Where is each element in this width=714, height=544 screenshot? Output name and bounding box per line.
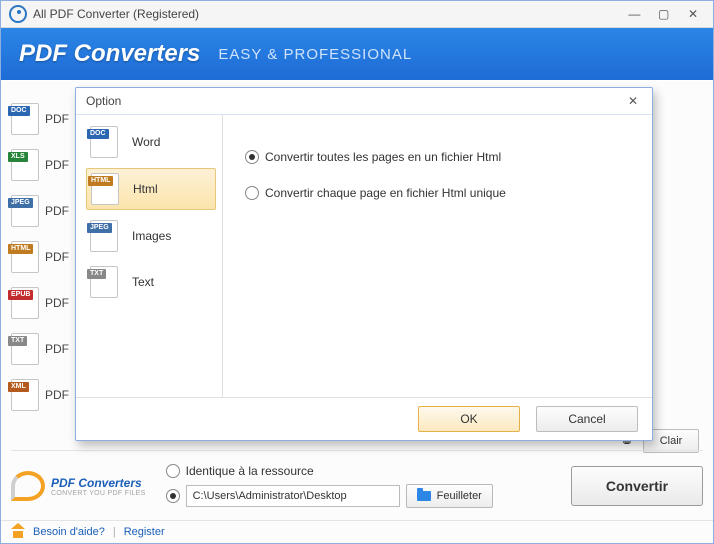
- help-link[interactable]: Besoin d'aide?: [33, 526, 105, 538]
- radio-custom-path[interactable]: [166, 489, 180, 503]
- close-button[interactable]: ✕: [681, 6, 705, 22]
- dialog-content: Convertir toutes les pages en un fichier…: [223, 114, 652, 398]
- doc-icon: DOC: [90, 126, 118, 158]
- txt-icon: TXT: [90, 266, 118, 298]
- footer-logo: PDF Converters CONVERT YOU PDF FILES: [11, 471, 146, 501]
- sidebar-item-label: PDF: [45, 388, 69, 402]
- dialog-footer: OK Cancel: [76, 397, 652, 440]
- sidebar-item-label: PDF: [45, 250, 69, 264]
- sidebar-item-xml[interactable]: XML PDF: [11, 375, 67, 415]
- home-icon[interactable]: [11, 526, 25, 538]
- register-link[interactable]: Register: [124, 526, 165, 538]
- browse-button[interactable]: Feuilleter: [406, 484, 493, 508]
- logo-icon: [11, 471, 45, 501]
- html-icon: HTML: [11, 241, 39, 273]
- option-tab-images[interactable]: JPEG Images: [86, 216, 216, 256]
- dialog-close-button[interactable]: ✕: [624, 94, 642, 108]
- output-path-row[interactable]: C:\Users\Administrator\Desktop Feuillete…: [166, 484, 493, 508]
- status-bar: Besoin d'aide? | Register: [1, 520, 713, 543]
- minimize-button[interactable]: —: [622, 6, 646, 22]
- jpeg-icon: JPEG: [11, 195, 39, 227]
- browse-label: Feuilleter: [437, 490, 482, 502]
- titlebar: All PDF Converter (Registered) — ▢ ✕: [1, 1, 713, 28]
- dialog-sidebar: DOC Word HTML Html JPEG Images TXT Text: [76, 114, 223, 398]
- jpeg-icon: JPEG: [90, 220, 118, 252]
- option-label: Word: [132, 135, 160, 149]
- epub-icon: EPUB: [11, 287, 39, 319]
- dialog-title: Option: [86, 94, 121, 108]
- sidebar-item-label: PDF: [45, 296, 69, 310]
- app-window: All PDF Converter (Registered) — ▢ ✕ PDF…: [0, 0, 714, 544]
- sidebar-item-xls[interactable]: XLS PDF: [11, 145, 67, 185]
- sidebar-item-doc[interactable]: DOC PDF: [11, 99, 67, 139]
- window-title: All PDF Converter (Registered): [33, 7, 620, 21]
- output-panel: PDF Converters CONVERT YOU PDF FILES Ide…: [11, 450, 703, 515]
- option-tab-word[interactable]: DOC Word: [86, 122, 216, 162]
- doc-icon: DOC: [11, 103, 39, 135]
- sidebar-item-label: PDF: [45, 158, 69, 172]
- window-controls: — ▢ ✕: [620, 6, 705, 22]
- convert-button[interactable]: Convertir: [571, 466, 703, 506]
- format-sidebar: DOC PDF XLS PDF JPEG PDF HTML PDF EPUB PDF TX…: [11, 99, 67, 421]
- dialog-titlebar: Option ✕: [76, 88, 652, 115]
- output-path-input[interactable]: C:\Users\Administrator\Desktop: [186, 485, 400, 507]
- option-tab-text[interactable]: TXT Text: [86, 262, 216, 302]
- option-label: Images: [132, 229, 171, 243]
- cancel-button[interactable]: Cancel: [536, 406, 638, 432]
- footer-brand-sub: CONVERT YOU PDF FILES: [51, 490, 146, 497]
- folder-icon: [417, 491, 431, 501]
- html-icon: HTML: [91, 173, 119, 205]
- app-icon: [9, 5, 27, 23]
- sidebar-item-label: PDF: [45, 112, 69, 126]
- radio-all-label: Convertir toutes les pages en un fichier…: [265, 150, 501, 164]
- ok-button[interactable]: OK: [418, 406, 520, 432]
- sidebar-item-txt[interactable]: TXT PDF: [11, 329, 67, 369]
- radio-same-label: Identique à la ressource: [186, 464, 314, 478]
- sidebar-item-jpeg[interactable]: JPEG PDF: [11, 191, 67, 231]
- radio-each-page[interactable]: [245, 186, 259, 200]
- sidebar-item-html[interactable]: HTML PDF: [11, 237, 67, 277]
- header-banner: PDF Converters EASY & PROFESSIONAL: [1, 28, 713, 80]
- txt-icon: TXT: [11, 333, 39, 365]
- dialog-body: DOC Word HTML Html JPEG Images TXT Text: [76, 114, 652, 398]
- option-dialog: Option ✕ DOC Word HTML Html JPEG Images …: [75, 87, 653, 441]
- option-tab-html[interactable]: HTML Html: [86, 168, 216, 210]
- radio-same-as-source[interactable]: [166, 464, 180, 478]
- sidebar-item-epub[interactable]: EPUB PDF: [11, 283, 67, 323]
- brand-subtitle: EASY & PROFESSIONAL: [218, 46, 412, 63]
- option-label: Text: [132, 275, 154, 289]
- html-option-all-row[interactable]: Convertir toutes les pages en un fichier…: [245, 150, 630, 164]
- sidebar-item-label: PDF: [45, 204, 69, 218]
- radio-each-label: Convertir chaque page en fichier Html un…: [265, 186, 506, 200]
- brand-title: PDF Converters: [19, 40, 200, 68]
- footer-brand: PDF Converters: [51, 476, 146, 490]
- maximize-button[interactable]: ▢: [652, 6, 676, 22]
- output-same-row[interactable]: Identique à la ressource: [166, 464, 493, 478]
- xml-icon: XML: [11, 379, 39, 411]
- xls-icon: XLS: [11, 149, 39, 181]
- radio-all-pages[interactable]: [245, 150, 259, 164]
- output-options: Identique à la ressource C:\Users\Admini…: [160, 464, 493, 508]
- html-option-each-row[interactable]: Convertir chaque page en fichier Html un…: [245, 186, 630, 200]
- sidebar-item-label: PDF: [45, 342, 69, 356]
- option-label: Html: [133, 182, 158, 196]
- separator: |: [113, 526, 116, 538]
